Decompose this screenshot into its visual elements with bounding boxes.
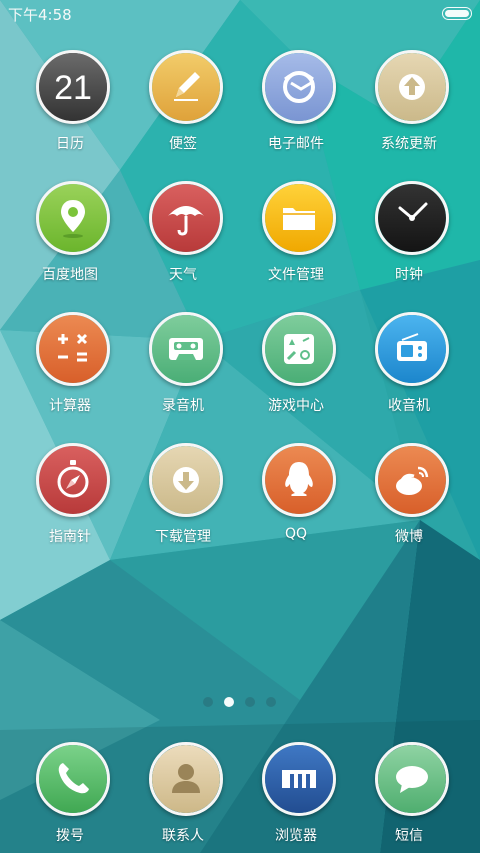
app-weibo[interactable]: 微博: [353, 443, 465, 563]
app-download-manager[interactable]: 下载管理: [127, 443, 239, 563]
page-dot[interactable]: [245, 697, 255, 707]
app-weather[interactable]: 天气: [127, 181, 239, 301]
app-label: 收音机: [388, 398, 430, 414]
app-calendar[interactable]: 21 日历: [14, 50, 126, 170]
cassette-icon: [149, 312, 223, 386]
phone-icon: [36, 742, 110, 816]
app-qq[interactable]: QQ: [240, 443, 352, 563]
battery-icon: [442, 7, 472, 20]
app-label: 拨号: [56, 828, 84, 844]
app-clock[interactable]: 时钟: [353, 181, 465, 301]
app-file-manager[interactable]: 文件管理: [240, 181, 352, 301]
app-system-update[interactable]: 系统更新: [353, 50, 465, 170]
app-compass[interactable]: 指南针: [14, 443, 126, 563]
app-label: 短信: [395, 828, 423, 844]
app-label: 便签: [169, 136, 197, 152]
browser-icon: [262, 742, 336, 816]
map-pin-icon: [36, 181, 110, 255]
app-label: 浏览器: [275, 828, 317, 844]
calculator-icon: [36, 312, 110, 386]
radio-icon: [375, 312, 449, 386]
app-label: 联系人: [162, 828, 204, 844]
dock-phone[interactable]: 拨号: [14, 742, 126, 862]
app-label: 录音机: [162, 398, 204, 414]
app-notes[interactable]: 便签: [127, 50, 239, 170]
app-calculator[interactable]: 计算器: [14, 312, 126, 432]
page-dot[interactable]: [203, 697, 213, 707]
app-label: 下载管理: [155, 529, 211, 545]
app-recorder[interactable]: 录音机: [127, 312, 239, 432]
app-label: 百度地图: [42, 267, 98, 283]
dock-browser[interactable]: 浏览器: [240, 742, 352, 862]
calendar-icon: 21: [36, 50, 110, 124]
download-icon: [149, 443, 223, 517]
game-center-icon: [262, 312, 336, 386]
dock-messages[interactable]: 短信: [353, 742, 465, 862]
app-game-center[interactable]: 游戏中心: [240, 312, 352, 432]
status-time: 下午4:58: [8, 6, 72, 24]
app-label: 指南针: [49, 529, 91, 545]
app-label: 天气: [169, 267, 197, 283]
qq-penguin-icon: [262, 443, 336, 517]
app-radio[interactable]: 收音机: [353, 312, 465, 432]
contacts-icon: [149, 742, 223, 816]
status-bar: 下午4:58: [0, 0, 480, 28]
page-indicator: [203, 696, 283, 708]
app-label: 文件管理: [268, 267, 324, 283]
page-dot-active[interactable]: [224, 697, 234, 707]
app-email[interactable]: 电子邮件: [240, 50, 352, 170]
app-label: QQ: [284, 526, 308, 542]
system-update-icon: [375, 50, 449, 124]
compass-icon: [36, 443, 110, 517]
app-label: 系统更新: [381, 136, 437, 152]
dock-contacts[interactable]: 联系人: [127, 742, 239, 862]
app-label: 微博: [395, 529, 423, 545]
weibo-icon: [375, 443, 449, 517]
app-label: 计算器: [49, 398, 91, 414]
clock-icon: [375, 181, 449, 255]
app-label: 电子邮件: [268, 136, 324, 152]
page-dot[interactable]: [266, 697, 276, 707]
notes-icon: [149, 50, 223, 124]
app-label: 时钟: [395, 267, 423, 283]
app-label: 日历: [56, 136, 84, 152]
umbrella-icon: [149, 181, 223, 255]
message-icon: [375, 742, 449, 816]
app-baidu-map[interactable]: 百度地图: [14, 181, 126, 301]
app-label: 游戏中心: [268, 398, 324, 414]
folder-icon: [262, 181, 336, 255]
calendar-day: 21: [54, 69, 92, 107]
email-icon: [262, 50, 336, 124]
